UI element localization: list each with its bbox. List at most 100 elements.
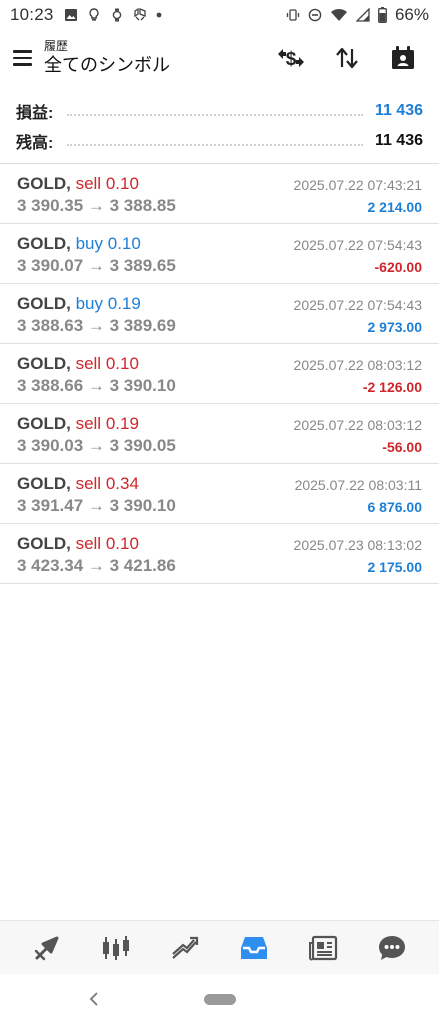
trade-prices: 3 390.35 → 3 388.85 (17, 196, 176, 215)
status-bar: 10:23 66% (0, 0, 439, 30)
trade-time: 2025.07.22 08:03:11 (294, 477, 422, 493)
trade-profit: -2 126.00 (362, 379, 422, 395)
trade-history-list: GOLD, sell 0.10 3 390.35 → 3 388.85 2025.0… (0, 164, 439, 584)
calendar-icon (392, 46, 414, 69)
calendar-button[interactable] (375, 30, 431, 86)
trade-profit: -56.00 (382, 439, 422, 455)
trade-prices: 3 390.03 → 3 390.05 (17, 436, 176, 455)
dotted-leader (67, 136, 363, 146)
trade-profit: 2 175.00 (367, 559, 423, 575)
trade-time: 2025.07.22 07:54:43 (293, 237, 422, 253)
trade-prices: 3 388.66 → 3 390.10 (17, 376, 176, 395)
trade-row[interactable]: GOLD, buy 0.10 3 390.07 → 3 389.65 2025.07… (0, 224, 439, 284)
dotted-leader (67, 106, 363, 116)
currency-exchange-icon: $ (278, 49, 304, 70)
trade-title: GOLD, sell 0.19 (17, 414, 139, 434)
trade-prices: 3 391.47 → 3 390.10 (17, 496, 176, 515)
image-icon (64, 9, 77, 21)
trade-volume: 0.10 (105, 534, 139, 553)
trade-icon (172, 936, 198, 959)
trade-time: 2025.07.22 07:54:43 (293, 297, 422, 313)
profit-value: 11 436 (374, 102, 423, 119)
nav-news[interactable] (303, 928, 343, 968)
header-actions: $ (263, 30, 431, 86)
balance-row: 残高: 11 436 (0, 126, 439, 156)
trade-volume: 0.19 (105, 414, 139, 433)
trade-row[interactable]: GOLD, sell 0.10 3 423.34 → 3 421.86 2025.0… (0, 524, 439, 584)
trade-symbol: GOLD, (17, 534, 71, 553)
trade-time: 2025.07.22 08:03:12 (293, 357, 422, 373)
trade-title: GOLD, sell 0.34 (17, 474, 139, 494)
news-icon (309, 935, 338, 960)
trade-symbol: GOLD, (17, 234, 71, 253)
currency-button[interactable]: $ (263, 30, 319, 86)
battery-icon (378, 7, 387, 23)
trade-symbol: GOLD, (17, 474, 71, 493)
page-title[interactable]: 全てのシンボル (44, 53, 170, 77)
profit-label: 損益: (16, 105, 54, 122)
nav-quotes[interactable] (27, 928, 67, 968)
trade-side: sell (75, 534, 102, 553)
trade-prices: 3 423.34 → 3 421.86 (17, 556, 176, 575)
trade-title: GOLD, sell 0.10 (17, 174, 139, 194)
trade-profit: -620.00 (374, 259, 422, 275)
header-titles: 履歴 全てのシンボル (44, 39, 170, 77)
vibrate-icon (286, 9, 300, 21)
trade-profit: 6 876.00 (367, 499, 423, 515)
balance-value: 11 436 (374, 132, 423, 149)
summary-panel: 損益: 11 436 残高: 11 436 (0, 96, 439, 156)
trade-profit: 2 214.00 (367, 199, 423, 215)
trade-time: 2025.07.22 07:43:21 (293, 177, 422, 193)
trade-title: GOLD, buy 0.19 (17, 294, 141, 314)
sort-button[interactable] (319, 30, 375, 86)
dot-icon (156, 12, 161, 18)
trade-row[interactable]: GOLD, buy 0.19 3 388.63 → 3 389.69 2025.07… (0, 284, 439, 344)
trade-side: sell (75, 354, 102, 373)
trade-time: 2025.07.23 08:13:02 (293, 537, 422, 553)
nav-chart[interactable] (96, 928, 136, 968)
watch-icon (112, 8, 121, 22)
trade-volume: 0.10 (107, 234, 141, 253)
signal-icon (355, 8, 370, 22)
trade-side: sell (75, 474, 102, 493)
history-icon (241, 936, 268, 959)
trade-profit: 2 973.00 (367, 319, 423, 335)
bulb-icon (88, 8, 99, 21)
trade-time: 2025.07.22 08:03:12 (293, 417, 422, 433)
nav-history[interactable] (234, 928, 274, 968)
balance-label: 残高: (16, 135, 54, 152)
nav-chat[interactable] (372, 928, 412, 968)
dnd-icon (308, 8, 322, 22)
trade-symbol: GOLD, (17, 354, 71, 373)
trade-side: buy (75, 294, 103, 313)
page-subtitle: 履歴 (44, 39, 69, 53)
app-header: 履歴 全てのシンボル $ (0, 30, 439, 86)
trade-prices: 3 388.63 → 3 389.69 (17, 316, 176, 335)
trade-row[interactable]: GOLD, sell 0.19 3 390.03 → 3 390.05 2025.0… (0, 404, 439, 464)
trade-title: GOLD, sell 0.10 (17, 354, 139, 374)
back-button[interactable] (84, 986, 104, 1012)
trade-row[interactable]: GOLD, sell 0.34 3 391.47 → 3 390.10 2025.0… (0, 464, 439, 524)
home-pill[interactable] (203, 993, 236, 1005)
nav-trade[interactable] (165, 928, 205, 968)
menu-icon (12, 48, 32, 67)
menu-button[interactable] (0, 30, 44, 86)
trade-side: sell (75, 414, 102, 433)
system-navigation (0, 974, 439, 1024)
trade-row[interactable]: GOLD, sell 0.10 3 390.35 → 3 388.85 2025.0… (0, 164, 439, 224)
trade-prices: 3 390.07 → 3 389.65 (17, 256, 176, 275)
status-time: 10:23 (10, 5, 54, 24)
trade-volume: 0.34 (105, 474, 139, 493)
trade-row[interactable]: GOLD, sell 0.10 3 388.66 → 3 390.10 2025.0… (0, 344, 439, 404)
trade-volume: 0.10 (105, 354, 139, 373)
trade-side: buy (75, 234, 103, 253)
bottom-navigation (0, 920, 439, 974)
wifi-icon (330, 8, 347, 21)
trade-title: GOLD, buy 0.10 (17, 234, 141, 254)
trade-symbol: GOLD, (17, 414, 71, 433)
chat-icon (379, 935, 406, 960)
trade-volume: 0.19 (107, 294, 141, 313)
trade-title: GOLD, sell 0.10 (17, 534, 139, 554)
quotes-icon (34, 936, 59, 960)
battery-percentage: 66% (394, 5, 429, 24)
